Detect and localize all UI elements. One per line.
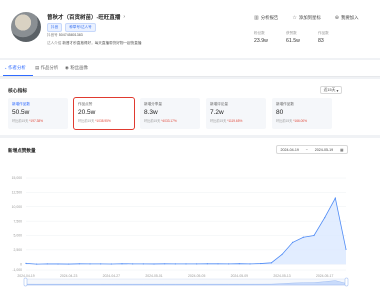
data-point [25,262,27,264]
core-metrics-panel: 核心指标 近15天 ▾ 新增作品数 50.5w 环比前15天 *197.38% … [0,79,380,135]
data-point [228,263,230,265]
join-button[interactable]: ⊕ 我要加入 [335,15,359,21]
data-point [206,263,208,265]
tag-type: 种草号/达人号 [65,23,96,32]
header-actions: ▥ 分析报告 ☆ 添加到星标 ⊕ 我要加入 [254,15,359,21]
stat-fans: 粉丝数 23.9w [254,31,268,44]
stat-works: 作品数 83 [318,31,329,44]
data-point [249,263,251,265]
user-icon: ◉ [65,65,69,70]
data-point [345,248,347,250]
list-icon: ▤ [35,65,40,70]
likes-area-chart: 15,000 12,500 10,000 7,500 5,000 2,500 0 -1,000… [12,176,349,287]
author-name-row: 曾秋才（百货树苗）-旺旺直播 › [47,13,125,21]
core-metrics-title: 核心指标 [8,89,28,94]
author-tags: 抖音 种草号/达人号 [47,23,96,32]
data-point [164,263,166,265]
data-point [100,263,102,265]
star-button[interactable]: ☆ 添加到星标 [292,15,320,21]
metric-card[interactable]: 新增作品数 80 环比前15天 *166.00% [272,98,332,129]
data-point [142,263,144,265]
tab-works-analysis[interactable]: ▤ 作品分析 [35,65,58,71]
y-tick-label: 10,000 [12,205,22,209]
y-tick-label: 5,000 [14,234,23,238]
active-tab-indicator [3,75,33,77]
data-point [196,263,198,265]
metric-card[interactable]: 新增评论量 7.2w 环比前15天 *1119.65% [206,98,266,129]
y-tick-label: -1,000 [12,268,22,272]
author-name: 曾秋才（百货树苗）-旺旺直播 [47,15,121,21]
data-point [78,263,80,265]
data-point [110,263,112,265]
join-icon: ⊕ [334,15,339,21]
report-button[interactable]: ▥ 分析报告 [254,15,278,21]
zoom-handle-right[interactable] [344,277,349,287]
avatar[interactable] [11,12,41,42]
y-tick-label: 0 [20,262,22,266]
x-tick-label: 2024-05-05 [188,274,205,278]
data-point [46,263,48,265]
data-point [36,263,38,265]
data-point [313,234,315,237]
data-point [185,263,187,265]
data-point [324,217,326,219]
pie-icon: ◔ [4,65,7,71]
data-point [217,263,219,265]
data-point [260,262,262,265]
author-intro: 达人介绍 新晋才秒直抱得好，每天直播带货好物一起快直播 [47,41,142,45]
stat-likes: 获赞数 61.5w [286,31,300,44]
star-icon: ☆ [292,15,297,21]
data-point [57,263,59,265]
data-point [281,253,283,256]
data-point [121,263,123,265]
data-point [174,263,176,265]
data-point [270,262,272,264]
data-point [132,263,134,265]
data-point [238,263,240,265]
x-tick-label: 2024-05-13 [273,274,290,278]
metric-card[interactable]: 新增分享量 8.3w 环比前15天 *4033.17% [140,98,200,129]
data-point [334,197,336,199]
chevron-down-icon: ▾ [336,88,339,93]
chart-icon: ▥ [254,15,259,21]
tab-author-analysis[interactable]: ◔ 作者分析 [4,65,26,71]
author-header: 曾秋才（百货树苗）-旺旺直播 › 抖音 种草号/达人号 抖音号 50474580… [0,0,380,58]
series-area [26,198,346,265]
metric-card-selected[interactable]: 作品点赞 20.5w 环比前15天 *1038.95% [73,97,135,130]
data-point [302,236,304,238]
x-tick-label: 2024-04-19 [17,274,34,278]
x-tick-label: 2024-05-17 [316,274,333,278]
tab-fans-profile[interactable]: ◉ 粉丝画像 [65,65,88,71]
author-stats: 粉丝数 23.9w 获赞数 61.5w 作品数 83 [254,31,350,44]
x-tick-label: 2024-05-01 [145,274,162,278]
range-select[interactable]: 近15天 ▾ [320,86,342,94]
author-id: 抖音号 504745801383 [47,33,83,37]
x-tick-label: 2024-04-27 [103,274,120,278]
likes-chart-panel: 新增点赞数量 2024-04-19 ~ 2024-05-19 ▦ 15,000 1… [0,138,380,292]
data-point [292,241,294,243]
y-tick-label: 7,500 [14,219,23,223]
data-point [89,263,91,265]
chevron-right-icon[interactable]: › [123,14,125,20]
y-tick-label: 2,500 [14,248,23,252]
y-tick-label: 12,500 [12,191,22,195]
y-tick-label: 15,000 [12,176,22,180]
zoom-handle-left[interactable] [23,277,28,287]
data-point [68,263,70,265]
tag-platform: 抖音 [47,23,63,32]
metric-cards: 新增作品数 50.5w 环比前15天 *197.38% 作品点赞 20.5w 环… [8,97,332,130]
x-tick-label: 2024-04-23 [60,274,77,278]
data-point [153,263,155,265]
metric-card[interactable]: 新增作品数 50.5w 环比前15天 *197.38% [8,98,68,129]
analysis-tabs: ◔ 作者分析 ▤ 作品分析 ◉ 粉丝画像 [0,60,380,77]
x-tick-label: 2024-05-09 [231,274,248,278]
